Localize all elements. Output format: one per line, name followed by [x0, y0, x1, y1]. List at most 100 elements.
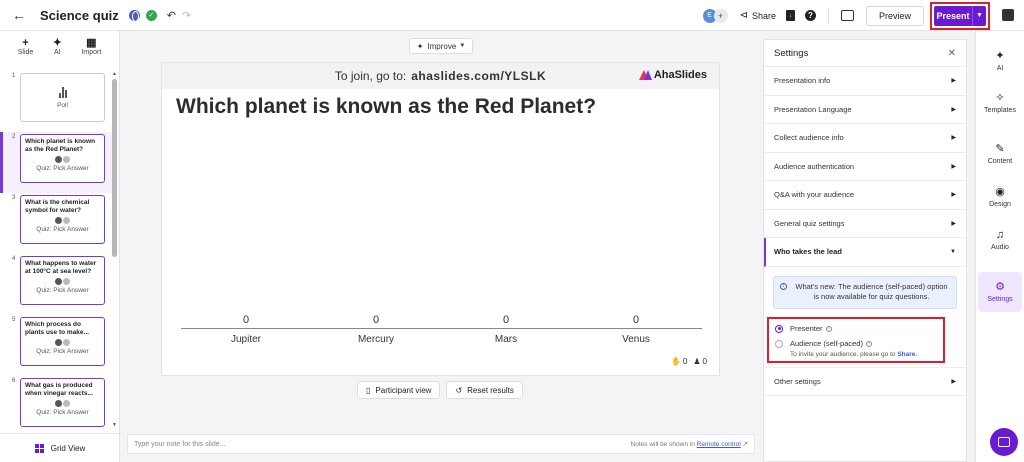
- rail-audio[interactable]: ♫ Audio: [976, 220, 1024, 260]
- share-button[interactable]: ⊲ Share: [740, 10, 776, 21]
- scroll-thumb[interactable]: [112, 79, 117, 257]
- import-label: Import: [81, 49, 102, 56]
- reset-results-label: Reset results: [467, 385, 514, 395]
- presenter-notes-icon[interactable]: [840, 10, 854, 21]
- scroll-down-icon[interactable]: ▼: [112, 422, 117, 428]
- canvas-actions: ▯ Participant view ↺ Reset results: [357, 381, 523, 399]
- results-chart-icon[interactable]: [1002, 9, 1014, 21]
- import-button[interactable]: ▦ Import: [81, 37, 101, 63]
- rail-settings[interactable]: ⚙ Settings: [978, 272, 1022, 312]
- radio-label: Audience (self-paced): [790, 339, 863, 348]
- radio-unselected-icon[interactable]: [775, 339, 783, 348]
- chevron-right-icon: ▶: [951, 78, 956, 85]
- divider: [827, 7, 829, 24]
- setting-label: Presentation Language: [774, 104, 852, 114]
- presentation-title[interactable]: Science quiz: [40, 8, 119, 23]
- reset-results-button[interactable]: ↺ Reset results: [446, 381, 523, 399]
- setting-audience-authentication[interactable]: Audience authentication ▶: [764, 153, 966, 181]
- setting-other[interactable]: Other settings ▶: [764, 367, 966, 396]
- setting-presentation-language[interactable]: Presentation Language ▶: [764, 96, 966, 124]
- setting-label: General quiz settings: [774, 218, 845, 228]
- answer-status-icons: [25, 339, 100, 346]
- answer-label: Jupiter: [230, 334, 261, 345]
- back-arrow-icon[interactable]: ←: [8, 4, 30, 26]
- slide-list-scrollbar[interactable]: ▲ ▼: [112, 71, 117, 428]
- globe-icon[interactable]: [128, 9, 140, 22]
- rail-content[interactable]: ✎ Content: [976, 134, 1024, 174]
- answer-status-icons: [25, 217, 100, 224]
- redo-icon[interactable]: ↷: [182, 9, 191, 22]
- slide-thumbnail-2[interactable]: 2 Which planet is known as the Red Plane…: [0, 132, 112, 193]
- setting-collect-audience-info[interactable]: Collect audience info ▶: [764, 124, 966, 153]
- participant-view-button[interactable]: ▯ Participant view: [357, 381, 441, 399]
- answer-label: Mercury: [357, 334, 395, 345]
- rail-ai[interactable]: ✦ AI: [976, 41, 1024, 81]
- present-button[interactable]: Present ▼: [934, 5, 986, 26]
- slide-canvas[interactable]: To join, go to: ahaslides.com/YLSLK AhaS…: [161, 62, 720, 376]
- slide-thumbnail-4[interactable]: 4 What happens to water at 100°C at sea …: [0, 254, 112, 315]
- person-icon: ♟: [693, 357, 701, 366]
- answer-count: 0: [372, 314, 380, 326]
- slide-thumbnail-5[interactable]: 5 Which process do plants use to make...…: [0, 315, 112, 376]
- external-link-icon: ↗: [742, 441, 748, 448]
- quiz-thumbnail[interactable]: Which process do plants use to make... Q…: [20, 317, 105, 366]
- quiz-thumbnail[interactable]: Which planet is known as the Red Planet?…: [20, 134, 105, 183]
- music-note-icon: ♫: [995, 229, 1005, 241]
- rail-design[interactable]: ◉ Design: [976, 177, 1024, 217]
- sparkle-icon: ✦: [416, 41, 424, 51]
- close-icon[interactable]: ✕: [948, 48, 956, 59]
- share-link[interactable]: Share.: [897, 351, 917, 358]
- slide-thumbnail-1[interactable]: 1 Poll: [0, 71, 112, 132]
- invite-hint-text: To invite your audience, please go to: [790, 351, 896, 358]
- slide-question: What gas is produced when vinegar reacts…: [25, 382, 93, 397]
- quiz-thumbnail[interactable]: What happens to water at 100°C at sea le…: [20, 256, 105, 305]
- setting-qa[interactable]: Q&A with your audience ▶: [764, 181, 966, 210]
- setting-general-quiz[interactable]: General quiz settings ▶: [764, 210, 966, 238]
- present-dropdown-icon[interactable]: ▼: [972, 5, 986, 26]
- setting-label: Other settings: [774, 376, 821, 386]
- help-icon[interactable]: ?: [804, 10, 816, 21]
- poll-chart-icon: [58, 86, 67, 98]
- setting-presentation-info[interactable]: Presentation info ▶: [764, 67, 966, 96]
- reset-icon: ↺: [455, 385, 463, 395]
- radio-presenter[interactable]: Presenter ?: [775, 321, 937, 336]
- setting-who-takes-the-lead[interactable]: Who takes the lead ▼: [764, 238, 966, 267]
- slide-question: What happens to water at 100°C at sea le…: [25, 260, 97, 275]
- slide-question-heading[interactable]: Which planet is known as the Red Planet?: [176, 95, 596, 119]
- settings-header: Settings ✕: [764, 40, 966, 67]
- rail-label: Design: [989, 201, 1011, 208]
- settings-panel: Settings ✕ Presentation info ▶ Presentat…: [763, 39, 967, 462]
- slide-number: 6: [12, 378, 16, 384]
- poll-thumbnail[interactable]: Poll: [20, 73, 105, 122]
- scroll-up-icon[interactable]: ▲: [112, 71, 117, 77]
- slide-thumbnail-6[interactable]: 6 What gas is produced when vinegar reac…: [0, 376, 112, 428]
- question-mark-icon[interactable]: ?: [825, 325, 832, 332]
- chevron-right-icon: ▶: [951, 135, 956, 142]
- top-bar: ← Science quiz ✓ ↶ ↷ E + ⊲ Share ↓ ? Pre…: [0, 0, 1024, 31]
- ai-button[interactable]: ✦ AI: [53, 37, 62, 63]
- info-icon: i: [780, 282, 787, 290]
- download-icon[interactable]: ↓: [785, 10, 795, 21]
- undo-icon[interactable]: ↶: [167, 9, 176, 22]
- add-slide-button[interactable]: + Slide: [18, 37, 34, 63]
- add-collaborator-icon[interactable]: +: [713, 8, 728, 23]
- quiz-thumbnail[interactable]: What is the chemical symbol for water? Q…: [20, 195, 105, 244]
- rail-templates[interactable]: ✧ Templates: [976, 83, 1024, 123]
- slide-thumbnail-3[interactable]: 3 What is the chemical symbol for water?…: [0, 193, 112, 254]
- chat-support-button[interactable]: [990, 428, 1018, 456]
- radio-audience-self-paced[interactable]: Audience (self-paced) ?: [775, 336, 937, 351]
- chevron-right-icon: ▶: [951, 163, 956, 170]
- notes-input[interactable]: Type your note for this slide...: [134, 441, 631, 448]
- radio-selected-icon[interactable]: [775, 324, 783, 333]
- slide-type-label: Quiz: Pick Answer: [36, 287, 89, 294]
- remote-control-link[interactable]: Remote control: [697, 441, 741, 448]
- quiz-thumbnail[interactable]: What gas is produced when vinegar reacts…: [20, 378, 105, 427]
- join-bar: To join, go to: ahaslides.com/YLSLK AhaS…: [162, 63, 719, 89]
- pencil-icon: ✎: [995, 143, 1005, 155]
- question-mark-icon[interactable]: ?: [865, 340, 872, 347]
- grid-view-button[interactable]: Grid View: [0, 433, 120, 462]
- slide-question: Which process do plants use to make...: [25, 321, 89, 336]
- slide-type-label: Quiz: Pick Answer: [36, 226, 89, 233]
- improve-button[interactable]: ✦ Improve ▼: [409, 38, 473, 54]
- preview-button[interactable]: Preview: [865, 5, 924, 26]
